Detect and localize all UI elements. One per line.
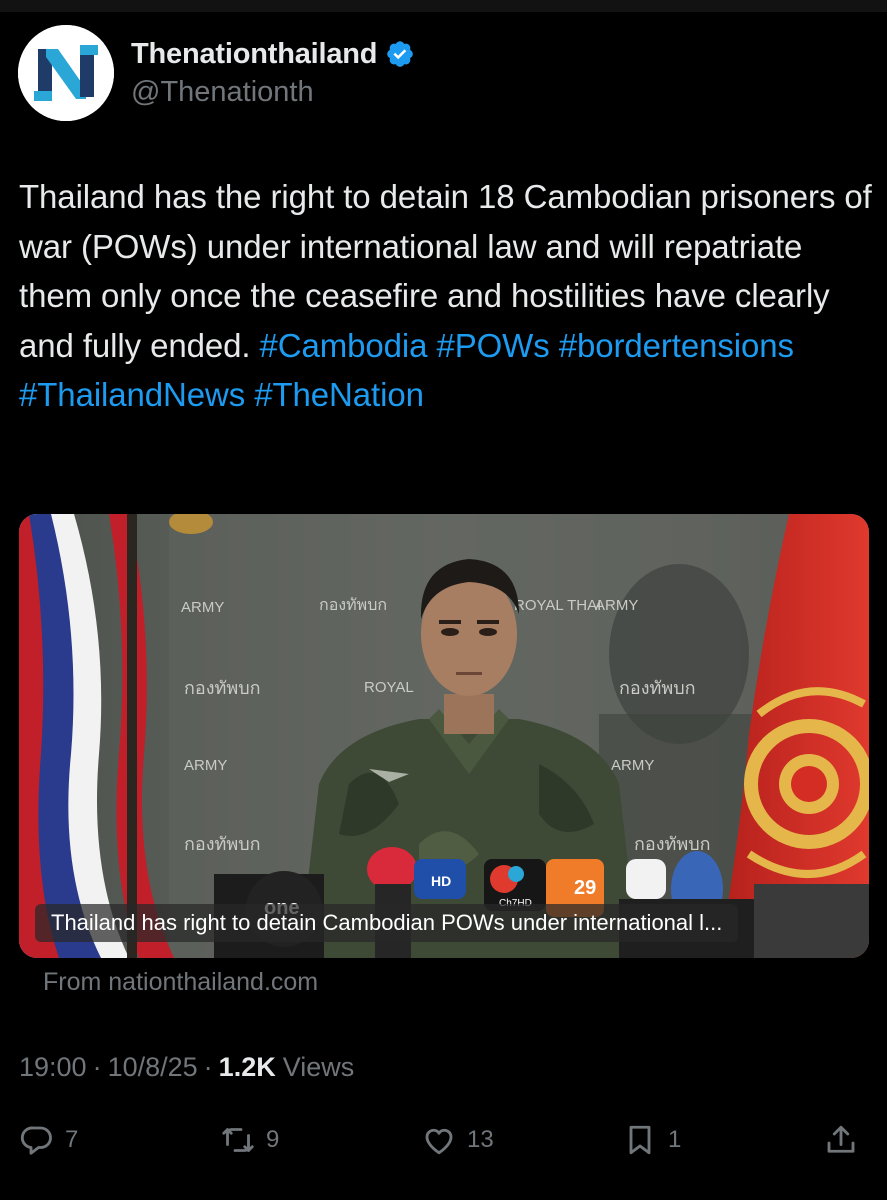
hashtag-link[interactable]: #ThailandNews <box>19 376 245 413</box>
post-text: Thailand has the right to detain 18 Camb… <box>19 172 879 420</box>
heart-icon <box>425 1128 453 1155</box>
share-button[interactable] <box>823 1120 859 1160</box>
hashtag-link[interactable]: #TheNation <box>254 376 424 413</box>
post-date[interactable]: 10/8/25 <box>108 1052 198 1083</box>
author-handle[interactable]: @Thenationth <box>131 76 314 109</box>
hashtag-link[interactable]: #POWs <box>436 327 549 364</box>
repost-count: 9 <box>266 1126 280 1153</box>
like-button[interactable]: 13 <box>421 1120 494 1160</box>
wall-text-thai: กองทัพบก <box>184 678 261 699</box>
share-icon <box>827 1125 855 1153</box>
avatar[interactable] <box>18 25 114 121</box>
verified-badge-icon <box>387 41 414 67</box>
hashtag-link[interactable]: #Cambodia <box>260 327 428 364</box>
post-meta: 19:00 · 10/8/25 · 1.2K Views <box>19 1052 354 1083</box>
link-card-title[interactable]: Thailand has right to detain Cambodian P… <box>35 904 739 942</box>
mic-label-29: 29 <box>574 877 596 899</box>
bookmark-button[interactable]: 1 <box>622 1120 681 1160</box>
wall-text-army: ARMY <box>181 599 224 616</box>
views-label: Views <box>282 1052 355 1082</box>
hashtag-link[interactable]: #bordertensions <box>559 327 794 364</box>
like-count: 13 <box>467 1126 494 1153</box>
repost-button[interactable]: 9 <box>220 1120 279 1160</box>
nation-logo-icon <box>18 25 114 121</box>
link-card-source[interactable]: From nationthailand.com <box>43 968 318 997</box>
post-time[interactable]: 19:00 <box>19 1052 87 1083</box>
wall-text-army: ARMY <box>184 757 227 774</box>
bookmark-icon <box>629 1125 651 1155</box>
link-card-media[interactable]: ARMY ROYAL THAI ARMY กองทัพบก กองทัพบก R… <box>19 514 869 958</box>
wall-text-royal: ROYAL <box>364 679 414 696</box>
wall-text-thai: กองทัพบก <box>619 678 696 699</box>
wall-text-royal-thai: ROYAL THAI <box>514 597 601 614</box>
author-name-row[interactable]: Thenationthailand <box>131 34 415 74</box>
repost-icon <box>222 1128 254 1152</box>
reply-icon <box>20 1126 52 1155</box>
meta-separator: · <box>203 1052 213 1082</box>
reply-button[interactable]: 7 <box>19 1120 78 1160</box>
press-conference-photo: ARMY ROYAL THAI ARMY กองทัพบก กองทัพบก R… <box>19 514 869 958</box>
bookmark-count: 1 <box>668 1126 682 1153</box>
wall-text-thai: กองทัพบก <box>184 834 261 855</box>
mic-label-hd: HD <box>431 873 451 889</box>
wall-text-army: ARMY <box>611 757 654 774</box>
meta-separator: · <box>92 1052 102 1082</box>
reply-count: 7 <box>65 1126 79 1153</box>
views-count: 1.2K <box>218 1052 276 1082</box>
wall-text-army: ARMY <box>595 597 638 614</box>
author-display-name[interactable]: Thenationthailand <box>131 38 378 71</box>
wall-text-thai: กองทัพบก <box>319 595 387 614</box>
status-bar-strip <box>0 0 887 12</box>
